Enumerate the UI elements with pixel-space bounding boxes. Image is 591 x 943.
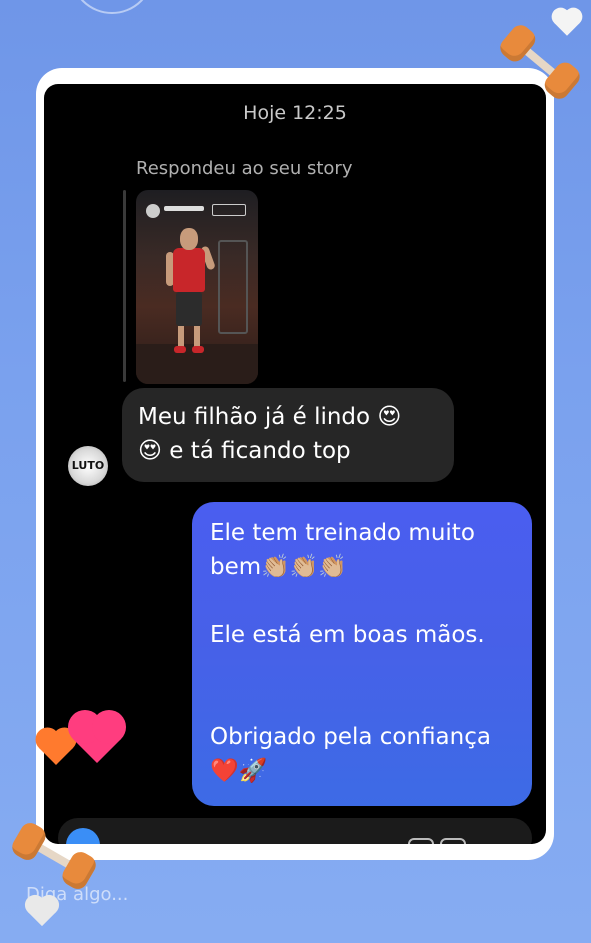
outgoing-message-bubble[interactable]: Ele tem treinado muito bem👏🏼👏🏼👏🏼 Ele est… <box>192 502 532 806</box>
decorative-arc <box>70 0 154 14</box>
reply-indicator-line <box>123 190 126 382</box>
story-badge <box>212 204 246 216</box>
heart-icon <box>27 897 57 927</box>
heart-icon <box>554 10 580 36</box>
outgoing-message-line: Ele tem treinado muito <box>210 520 475 546</box>
gallery-icon[interactable] <box>440 838 466 844</box>
message-composer[interactable] <box>58 818 532 844</box>
person-legs <box>176 292 202 326</box>
person-torso <box>173 248 205 292</box>
story-profile-icon <box>146 204 160 218</box>
person-shoe-right <box>192 346 204 353</box>
sender-avatar[interactable]: LUTO <box>68 446 108 486</box>
outgoing-message-line: Obrigado pela confiança <box>210 724 491 750</box>
incoming-message-line: Meu filhão já é lindo 😍 <box>138 404 402 430</box>
story-username-bar <box>164 206 204 211</box>
message-timestamp: Hoje 12:25 <box>243 102 347 124</box>
gym-equipment <box>218 240 248 334</box>
outgoing-message-line: ❤️🚀 <box>210 758 268 784</box>
composer-actions <box>402 838 492 844</box>
person-shin-left <box>178 326 184 348</box>
person-head <box>180 228 198 250</box>
mic-icon[interactable] <box>408 838 434 844</box>
story-thumbnail[interactable] <box>136 190 258 384</box>
story-reply-label: Respondeu ao seu story <box>136 158 353 179</box>
person-shoe-left <box>174 346 186 353</box>
outgoing-message-line: Ele está em boas mãos. <box>210 622 485 648</box>
incoming-message-bubble[interactable]: Meu filhão já é lindo 😍 😍 e tá ficando t… <box>122 388 454 482</box>
incoming-message-line: 😍 e tá ficando top <box>138 438 351 464</box>
person-shin-right <box>194 326 200 348</box>
outgoing-message-line: bem👏🏼👏🏼👏🏼 <box>210 554 348 580</box>
